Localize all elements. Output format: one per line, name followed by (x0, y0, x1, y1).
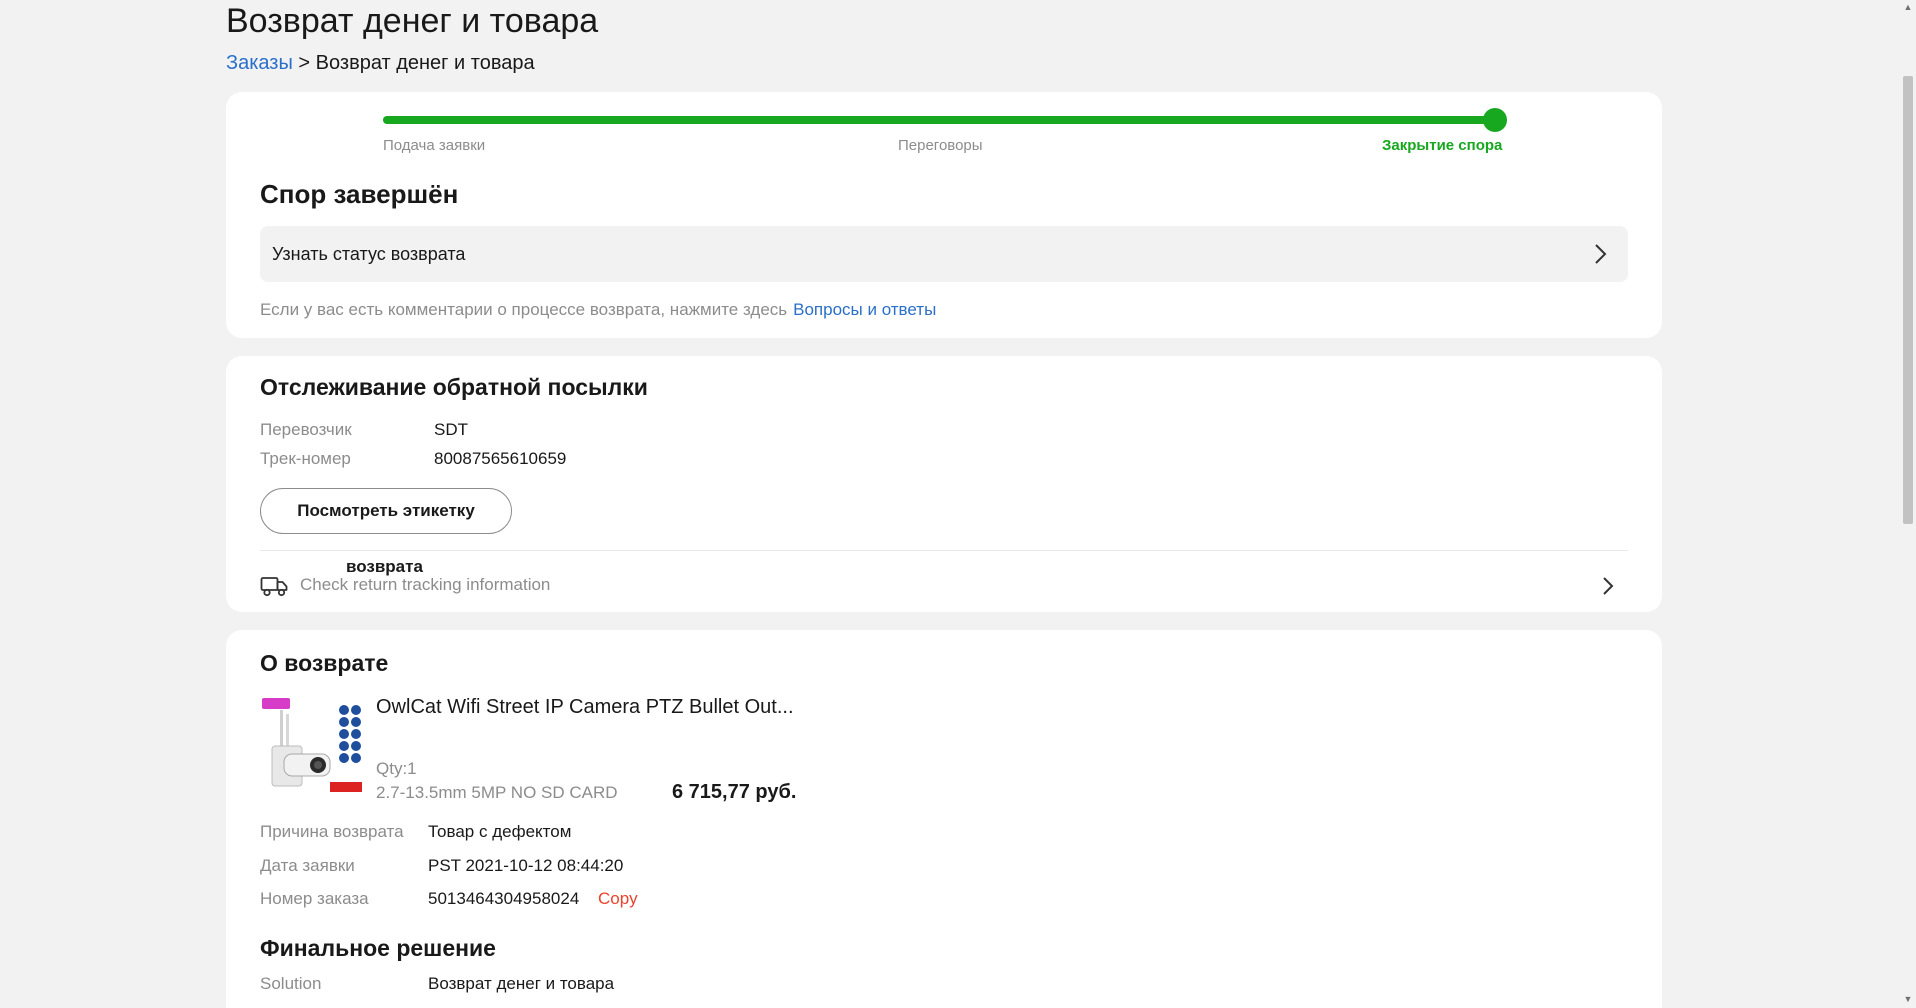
divider (260, 550, 1628, 551)
breadcrumb-current: Возврат денег и товара (315, 52, 535, 74)
progress-current-dot (1483, 108, 1507, 132)
product-variant: 2.7-13.5mm 5MP NO SD CARD (376, 783, 618, 802)
scroll-up-arrow-icon[interactable]: ▲ (1903, 2, 1913, 12)
scroll-down-arrow-icon[interactable]: ▼ (1903, 994, 1913, 1004)
product-qty: Qty:1 (376, 759, 417, 778)
page-title: Возврат денег и товара (226, 2, 599, 40)
truck-icon (260, 577, 288, 597)
solution-label: Solution (260, 974, 322, 993)
faq-link[interactable]: Вопросы и ответы (793, 300, 936, 319)
order-number-value: 5013464304958024 (428, 889, 580, 908)
product-thumbnail[interactable] (260, 696, 364, 800)
return-reason-value: Товар с дефектом (428, 822, 572, 841)
chevron-right-icon (1603, 577, 1614, 595)
return-tracking-card: Отслеживание обратной посылки Перевозчик… (226, 356, 1662, 612)
tracking-link-text: Check return tracking information (300, 575, 551, 594)
product-title[interactable]: OwlCat Wifi Street IP Camera PTZ Bullet … (376, 694, 794, 720)
return-tracking-row[interactable]: возврата Check return tracking informati… (260, 556, 1628, 606)
step-label-negotiation: Переговоры (898, 137, 983, 154)
refund-status-row[interactable]: Узнать статус возврата (260, 226, 1628, 282)
return-info-heading: О возврате (260, 650, 389, 676)
refund-status-label: Узнать статус возврата (272, 243, 466, 264)
final-decision-heading: Финальное решение (260, 935, 496, 961)
comments-note: Если у вас есть комментарии о процессе в… (260, 298, 936, 322)
solution-value: Возврат денег и товара (428, 974, 615, 993)
camera-product-image (260, 696, 364, 800)
dispute-status-card: Подача заявки Переговоры Закрытие спора … (226, 92, 1662, 338)
chevron-right-icon (1595, 244, 1607, 264)
dispute-heading: Спор завершён (260, 179, 459, 209)
tracking-heading: Отслеживание обратной посылки (260, 374, 648, 400)
order-number-label: Номер заказа (260, 889, 369, 908)
progress-track (383, 108, 1507, 132)
carrier-label: Перевозчик (260, 420, 352, 439)
return-info-card: О возврате OwlCat Wifi Street IP Camera … (226, 630, 1662, 1008)
breadcrumb: Заказы > Возврат денег и товара (226, 50, 535, 76)
breadcrumb-separator: > (298, 52, 311, 74)
copy-order-number-button[interactable]: Copy (598, 887, 638, 911)
view-label-button[interactable]: Посмотреть этикетку (260, 488, 512, 534)
step-label-submit: Подача заявки (383, 137, 486, 154)
scroll-thumb[interactable] (1903, 76, 1913, 524)
request-date-value: PST 2021-10-12 08:44:20 (428, 856, 624, 875)
track-number-value: 80087565610659 (434, 449, 567, 468)
product-price: 6 715,77 руб. (672, 781, 797, 803)
carrier-value: SDT (434, 420, 468, 439)
track-number-label: Трек-номер (260, 449, 351, 468)
progress-fill (383, 116, 1493, 124)
request-date-label: Дата заявки (260, 856, 355, 875)
return-reason-label: Причина возврата (260, 822, 404, 841)
step-label-close: Закрытие спора (1382, 137, 1503, 154)
breadcrumb-orders-link[interactable]: Заказы (226, 52, 293, 74)
comments-note-text: Если у вас есть комментарии о процессе в… (260, 300, 788, 319)
page-scrollbar[interactable]: ▲ ▼ (1900, 0, 1916, 1008)
